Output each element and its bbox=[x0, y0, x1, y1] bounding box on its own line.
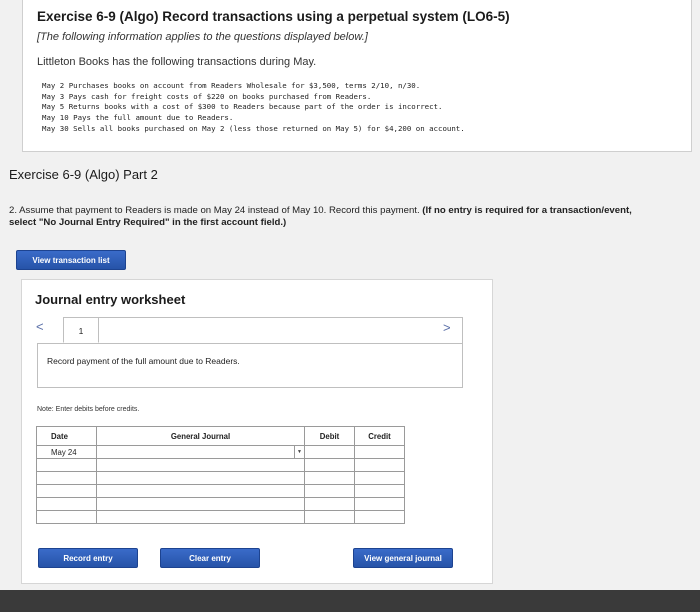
date-cell[interactable] bbox=[36, 471, 97, 485]
view-general-journal-button[interactable]: View general journal bbox=[353, 548, 453, 568]
journal-entry-worksheet: Journal entry worksheet < 1 > Record pay… bbox=[21, 279, 493, 584]
table-row: May 24 ▼ bbox=[36, 445, 405, 459]
date-cell[interactable] bbox=[36, 458, 97, 472]
debit-input[interactable] bbox=[304, 510, 355, 524]
credit-input[interactable] bbox=[354, 484, 405, 498]
transaction-list: May 2 Purchases books on account from Re… bbox=[42, 81, 465, 135]
debit-input[interactable] bbox=[304, 484, 355, 498]
account-select[interactable] bbox=[96, 484, 305, 498]
table-row bbox=[36, 484, 405, 498]
account-select[interactable] bbox=[96, 510, 305, 524]
account-select[interactable] bbox=[96, 471, 305, 485]
table-row bbox=[36, 497, 405, 511]
table-row bbox=[36, 458, 405, 472]
col-account-header: General Journal bbox=[96, 426, 305, 446]
exercise-intro: Littleton Books has the following transa… bbox=[37, 56, 317, 68]
transaction-item: May 30 Sells all books purchased on May … bbox=[42, 123, 465, 133]
worksheet-title: Journal entry worksheet bbox=[35, 292, 186, 307]
credit-input[interactable] bbox=[354, 471, 405, 485]
next-page-icon[interactable]: > bbox=[443, 320, 451, 335]
transaction-item: May 3 Pays cash for freight costs of $22… bbox=[42, 91, 372, 101]
table-row bbox=[36, 471, 405, 485]
col-date-header: Date bbox=[36, 426, 97, 446]
transaction-item: May 2 Purchases books on account from Re… bbox=[42, 81, 421, 90]
date-cell[interactable]: May 24 bbox=[36, 445, 97, 459]
debit-input[interactable] bbox=[304, 471, 355, 485]
page-tab-bar: 1 bbox=[63, 317, 463, 343]
table-row bbox=[36, 510, 405, 524]
page-tab-1[interactable]: 1 bbox=[63, 317, 99, 343]
debit-input[interactable] bbox=[304, 458, 355, 472]
question-main: 2. Assume that payment to Readers is mad… bbox=[9, 205, 420, 216]
credit-input[interactable] bbox=[354, 497, 405, 511]
col-credit-header: Credit bbox=[354, 426, 405, 446]
credit-input[interactable] bbox=[354, 510, 405, 524]
record-entry-button[interactable]: Record entry bbox=[38, 548, 138, 568]
account-select[interactable]: ▼ bbox=[96, 445, 305, 459]
date-cell[interactable] bbox=[36, 510, 97, 524]
problem-card: Exercise 6-9 (Algo) Record transactions … bbox=[22, 0, 692, 152]
transaction-item: May 5 Returns books with a cost of $300 … bbox=[42, 102, 443, 112]
entry-description: Record payment of the full amount due to… bbox=[47, 356, 240, 366]
bottom-bar bbox=[0, 590, 700, 612]
transaction-item: May 10 Pays the full amount due to Reade… bbox=[42, 113, 234, 123]
debit-credit-note: Note: Enter debits before credits. bbox=[37, 406, 140, 413]
debit-input[interactable] bbox=[304, 445, 355, 459]
entry-description-box: Record payment of the full amount due to… bbox=[37, 343, 463, 388]
account-select[interactable] bbox=[96, 497, 305, 511]
part-title: Exercise 6-9 (Algo) Part 2 bbox=[9, 167, 158, 182]
question-text: 2. Assume that payment to Readers is mad… bbox=[9, 205, 659, 229]
journal-grid: Date General Journal Debit Credit May 24… bbox=[36, 426, 405, 524]
account-select[interactable] bbox=[96, 458, 305, 472]
view-transaction-list-button[interactable]: View transaction list bbox=[16, 250, 126, 270]
credit-input[interactable] bbox=[354, 445, 405, 459]
exercise-title: Exercise 6-9 (Algo) Record transactions … bbox=[37, 9, 510, 24]
credit-input[interactable] bbox=[354, 458, 405, 472]
prev-page-icon[interactable]: < bbox=[36, 319, 44, 334]
date-cell[interactable] bbox=[36, 484, 97, 498]
debit-input[interactable] bbox=[304, 497, 355, 511]
dropdown-arrow-icon[interactable]: ▼ bbox=[294, 446, 304, 458]
clear-entry-button[interactable]: Clear entry bbox=[160, 548, 260, 568]
date-cell[interactable] bbox=[36, 497, 97, 511]
exercise-subtitle: [The following information applies to th… bbox=[37, 31, 368, 43]
col-debit-header: Debit bbox=[304, 426, 355, 446]
